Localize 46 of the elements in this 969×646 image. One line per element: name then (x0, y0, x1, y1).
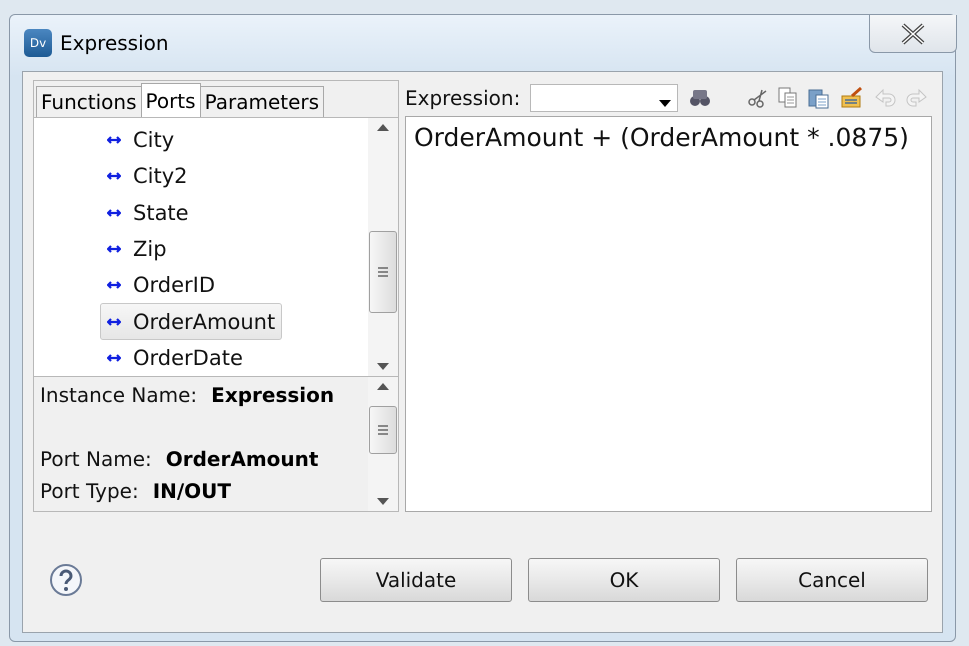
paste-icon[interactable] (808, 87, 830, 109)
bidirectional-arrow-icon (107, 208, 121, 218)
port-item[interactable]: City (100, 122, 182, 158)
detail-value: IN/OUT (152, 479, 232, 503)
tab[interactable]: Ports (140, 83, 201, 117)
scissors-icon[interactable] (748, 88, 768, 108)
bidirectional-arrow-icon (107, 352, 121, 363)
window-title: Expression (60, 31, 169, 55)
expression-editor[interactable]: OrderAmount + (OrderAmount * .0875) (405, 116, 932, 512)
port-item[interactable]: OrderAmount (100, 303, 282, 340)
copy-icon[interactable] (778, 87, 798, 109)
scroll-down-icon[interactable] (377, 363, 389, 370)
scroll-up-icon[interactable] (377, 124, 389, 131)
port-item[interactable]: OrderDate (100, 340, 250, 376)
detail-label: Port Name: (40, 447, 152, 471)
scroll-up-icon[interactable] (377, 383, 389, 390)
tab[interactable]: Parameters (200, 86, 324, 117)
scrollbar[interactable] (368, 377, 398, 511)
bidirectional-arrow-icon (107, 280, 121, 290)
binoculars-icon[interactable] (688, 88, 712, 108)
bidirectional-arrow-icon (107, 135, 121, 146)
detail-label: Port Type: (40, 479, 139, 503)
port-item[interactable]: Zip (100, 230, 174, 268)
bidirectional-arrow-icon (107, 244, 121, 254)
grip-icon (377, 266, 389, 278)
caret-icon (659, 100, 672, 107)
expression-label: Expression: (405, 86, 520, 110)
port-item[interactable]: City2 (100, 158, 195, 195)
dialog-button[interactable]: Validate (320, 558, 512, 602)
close-button[interactable] (869, 15, 957, 53)
tab[interactable]: Functions (36, 86, 142, 117)
bidirectional-arrow-icon (107, 316, 121, 327)
bidirectional-arrow-icon (107, 171, 121, 182)
app-logo-icon: Dv (24, 29, 52, 57)
detail-label: Instance Name: (40, 383, 198, 407)
grip-icon (377, 424, 389, 436)
scroll-down-icon[interactable] (377, 498, 389, 505)
port-item[interactable]: OrderID (100, 267, 222, 304)
dialog-button[interactable]: Cancel (736, 558, 928, 602)
format-brush-icon[interactable] (840, 87, 864, 109)
detail-value: Expression (211, 383, 334, 407)
port-item[interactable]: State (100, 194, 196, 231)
help-icon[interactable] (49, 563, 83, 597)
detail-value: OrderAmount (166, 447, 318, 471)
scrollbar[interactable] (368, 118, 398, 376)
dialog-button[interactable]: OK (528, 558, 720, 602)
